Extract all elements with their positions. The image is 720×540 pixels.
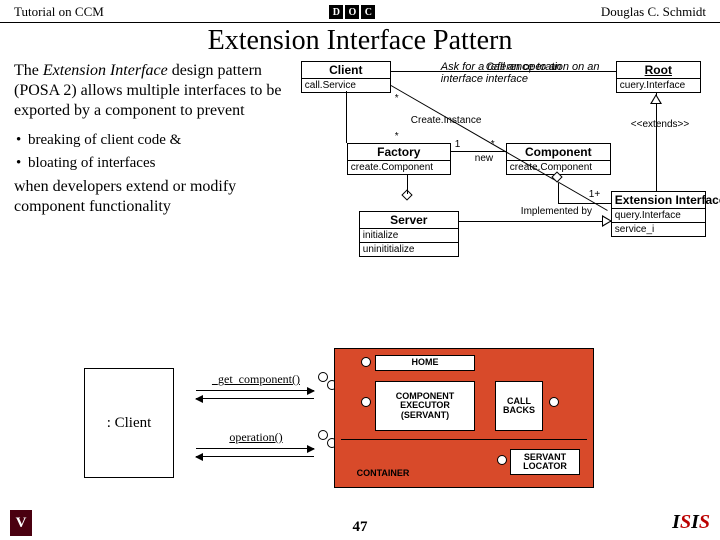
home-box: HOME	[375, 355, 475, 371]
container-label: CONTAINER	[343, 467, 423, 481]
uml-client: Client call.Service	[301, 61, 391, 93]
call-operation: operation()	[196, 430, 316, 445]
assoc-factory-component	[451, 151, 506, 152]
container-graphic: HOME COMPONENT EXECUTOR (SERVANT) CALL B…	[334, 348, 594, 488]
assoc-client-root	[391, 71, 616, 72]
isis-logo: ISIS	[672, 511, 710, 534]
description-text: The Extension Interface design pattern (…	[14, 61, 291, 311]
sequence-diagram: : Client _get_component() operation() HO…	[14, 348, 706, 508]
bullet-1: breaking of client code &	[14, 131, 291, 150]
extends-label: <<extends>>	[631, 119, 689, 130]
uml-root: Root cuery.Interface	[616, 61, 701, 93]
header-right: Douglas C. Schmidt	[601, 4, 706, 20]
uml-extension-interface: Extension Interface i query.Interface se…	[611, 191, 706, 237]
call-get-component: _get_component()	[196, 372, 316, 387]
callbacks-box: CALL BACKS	[495, 381, 543, 431]
anno-call-op: Call an operation on an interface	[486, 61, 606, 85]
implemented-by-label: Implemented by	[521, 207, 592, 217]
uml-factory: Factory create.Component	[347, 143, 451, 175]
servant-locator-box: SERVANT LOCATOR	[510, 449, 580, 475]
header-left: Tutorial on CCM	[14, 4, 104, 20]
assoc-client-factory	[346, 91, 347, 143]
seq-client: : Client	[84, 368, 174, 478]
uml-server: Server initialize uninititialize	[359, 211, 459, 257]
tail-paragraph: when developers extend or modify compone…	[14, 177, 291, 217]
executor-box: COMPONENT EXECUTOR (SERVANT)	[375, 381, 475, 431]
lollipop-icon	[318, 430, 328, 440]
page-number: 47	[0, 519, 720, 536]
realization-arrow-icon	[602, 215, 612, 227]
bullet-2: bloating of interfaces	[14, 154, 291, 173]
uml-diagram: Client call.Service Root cuery.Interface…	[291, 61, 706, 311]
lead-paragraph: The Extension Interface design pattern (…	[14, 61, 291, 121]
slide-body: The Extension Interface design pattern (…	[0, 61, 720, 311]
uml-component: Component create.Component	[506, 143, 611, 175]
slide-title: Extension Interface Pattern	[0, 25, 720, 57]
lollipop-icon	[318, 372, 328, 382]
slide-header: Tutorial on CCM D O C Douglas C. Schmidt	[0, 0, 720, 23]
doc-logo: D O C	[329, 5, 375, 19]
inheritance-arrow-icon	[650, 94, 662, 104]
